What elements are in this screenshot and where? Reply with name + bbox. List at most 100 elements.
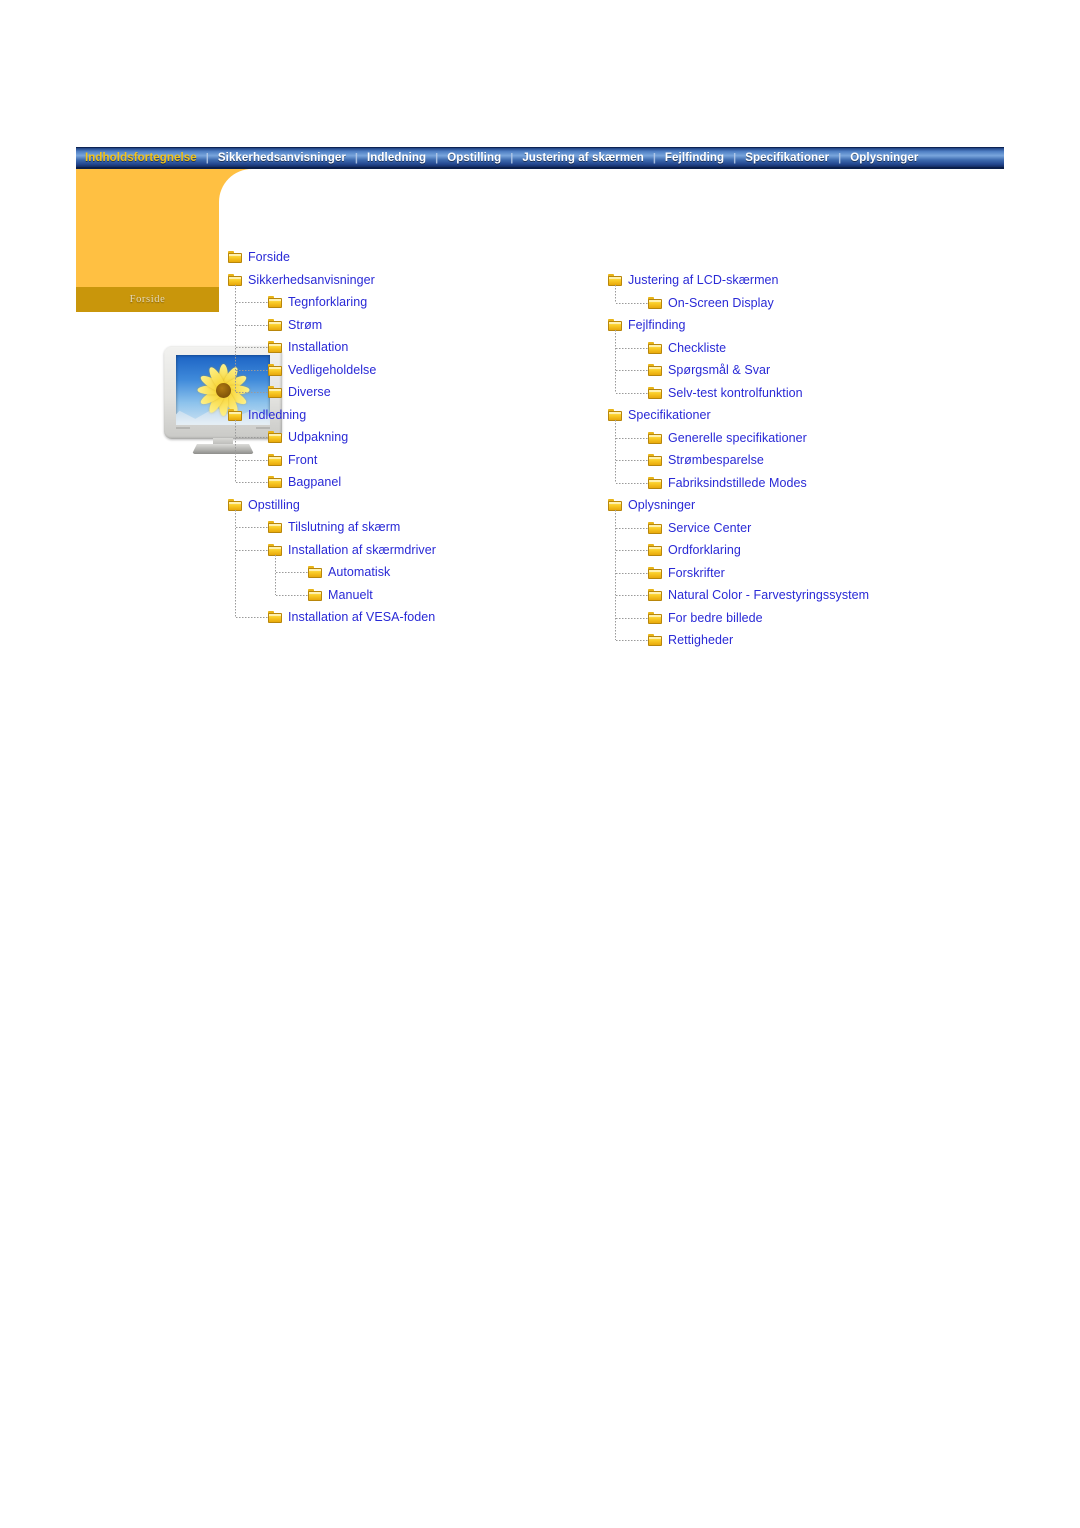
toc-item[interactable]: Strømbesparelse bbox=[608, 449, 1008, 472]
folder-icon bbox=[648, 431, 662, 444]
toc-item-label-generelle-specifikationer[interactable]: Generelle specifikationer bbox=[668, 427, 807, 450]
nav-item-justering-af-sk-rmen[interactable]: Justering af skærmen bbox=[513, 147, 653, 169]
toc-item[interactable]: Rettigheder bbox=[608, 629, 1008, 652]
folder-icon bbox=[648, 589, 662, 602]
folder-icon bbox=[648, 386, 662, 399]
toc-item-label-strombesparelse[interactable]: Strømbesparelse bbox=[668, 449, 764, 472]
toc-item-label-installation[interactable]: Installation bbox=[288, 336, 348, 359]
nav-item-indholdsfortegnelse[interactable]: Indholdsfortegnelse bbox=[76, 147, 206, 169]
folder-icon bbox=[648, 634, 662, 647]
toc-item[interactable]: Fejlfinding bbox=[608, 314, 1008, 337]
folder-icon bbox=[648, 476, 662, 489]
toc-column-left: Forside Sikkerhedsanvisninger Tegnforklari… bbox=[228, 246, 568, 629]
toc-item-label-fejlfinding[interactable]: Fejlfinding bbox=[628, 314, 686, 337]
nav-separator: | bbox=[354, 151, 358, 164]
folder-icon bbox=[268, 386, 282, 399]
toc-item[interactable]: Oplysninger bbox=[608, 494, 1008, 517]
toc-item-label-bagpanel[interactable]: Bagpanel bbox=[288, 471, 341, 494]
toc-item[interactable]: Checkliste bbox=[608, 337, 1008, 360]
nav-separator: | bbox=[435, 151, 439, 164]
toc-item[interactable]: Vedligeholdelse bbox=[228, 359, 568, 382]
toc-item-label-installation-af-vesa-foden[interactable]: Installation af VESA-foden bbox=[288, 606, 435, 629]
toc-item[interactable]: Indledning bbox=[228, 404, 568, 427]
toc-item[interactable]: Fabriksindstillede Modes bbox=[608, 472, 1008, 495]
toc-item-label-tilslutning-af-skaerm[interactable]: Tilslutning af skærm bbox=[288, 516, 400, 539]
toc-item[interactable]: Spørgsmål & Svar bbox=[608, 359, 1008, 382]
toc-item[interactable]: Strøm bbox=[228, 314, 568, 337]
toc-item-label-sikkerhedsanvisninger[interactable]: Sikkerhedsanvisninger bbox=[248, 269, 375, 292]
toc-item-label-service-center[interactable]: Service Center bbox=[668, 517, 751, 540]
toc-item-label-indledning[interactable]: Indledning bbox=[248, 404, 306, 427]
toc-item[interactable]: Opstilling bbox=[228, 494, 568, 517]
nav-item-sikkerhedsanvisninger[interactable]: Sikkerhedsanvisninger bbox=[209, 147, 355, 169]
folder-icon bbox=[648, 364, 662, 377]
toc-item-label-forskrifter[interactable]: Forskrifter bbox=[668, 562, 725, 585]
folder-icon bbox=[608, 319, 622, 332]
toc-item-label-justering-af-lcd-skaermen[interactable]: Justering af LCD-skærmen bbox=[628, 269, 779, 292]
toc-item[interactable]: Installation af VESA-foden bbox=[228, 606, 568, 629]
toc-item-label-natural-color-farvestyringssystem[interactable]: Natural Color - Farvestyringssystem bbox=[668, 584, 869, 607]
nav-item-indledning[interactable]: Indledning bbox=[358, 147, 435, 169]
toc-item-label-selv-test-kontrolfunktion[interactable]: Selv-test kontrolfunktion bbox=[668, 382, 803, 405]
toc-item-label-sporgsmal-svar[interactable]: Spørgsmål & Svar bbox=[668, 359, 770, 382]
toc-item-label-front[interactable]: Front bbox=[288, 449, 317, 472]
toc-item-label-diverse[interactable]: Diverse bbox=[288, 381, 331, 404]
toc-item[interactable]: Front bbox=[228, 449, 568, 472]
toc-item[interactable]: Diverse bbox=[228, 381, 568, 404]
toc-item-label-oplysninger[interactable]: Oplysninger bbox=[628, 494, 695, 517]
nav-separator: | bbox=[510, 151, 514, 164]
toc-item[interactable]: Generelle specifikationer bbox=[608, 427, 1008, 450]
nav-item-opstilling[interactable]: Opstilling bbox=[438, 147, 510, 169]
toc-item[interactable]: Installation bbox=[228, 336, 568, 359]
toc-item-label-rettigheder[interactable]: Rettigheder bbox=[668, 629, 733, 652]
nav-item-specifikationer[interactable]: Specifikationer bbox=[736, 147, 838, 169]
folder-icon bbox=[228, 498, 242, 511]
nav-item-fejlfinding[interactable]: Fejlfinding bbox=[656, 147, 733, 169]
folder-icon bbox=[268, 521, 282, 534]
toc-item[interactable]: Justering af LCD-skærmen bbox=[608, 269, 1008, 292]
toc-item[interactable]: Natural Color - Farvestyringssystem bbox=[608, 584, 1008, 607]
toc-item[interactable]: Specifikationer bbox=[608, 404, 1008, 427]
toc-item-label-checkliste[interactable]: Checkliste bbox=[668, 337, 726, 360]
toc-item-label-tegnforklaring[interactable]: Tegnforklaring bbox=[288, 291, 367, 314]
toc-item[interactable]: Sikkerhedsanvisninger bbox=[228, 269, 568, 292]
cover-label: Forside bbox=[129, 294, 166, 305]
nav-separator: | bbox=[838, 151, 842, 164]
toc-item[interactable]: On-Screen Display bbox=[608, 292, 1008, 315]
folder-icon bbox=[608, 274, 622, 287]
folder-icon bbox=[228, 251, 242, 264]
folder-icon bbox=[308, 588, 322, 601]
toc-item[interactable]: Ordforklaring bbox=[608, 539, 1008, 562]
toc-item[interactable]: Manuelt bbox=[228, 584, 568, 607]
toc-item[interactable]: Automatisk bbox=[228, 561, 568, 584]
toc-item[interactable]: For bedre billede bbox=[608, 607, 1008, 630]
toc-item[interactable]: Selv-test kontrolfunktion bbox=[608, 382, 1008, 405]
toc-item[interactable]: Tilslutning af skærm bbox=[228, 516, 568, 539]
toc-item-label-for-bedre-billede[interactable]: For bedre billede bbox=[668, 607, 763, 630]
toc-item-label-fabriksindstillede-modes[interactable]: Fabriksindstillede Modes bbox=[668, 472, 807, 495]
toc-item[interactable]: Bagpanel bbox=[228, 471, 568, 494]
toc-item-label-manuelt[interactable]: Manuelt bbox=[328, 584, 373, 607]
nav-item-oplysninger[interactable]: Oplysninger bbox=[841, 147, 927, 169]
toc-item[interactable]: Installation af skærmdriver bbox=[228, 539, 568, 562]
toc-item-label-forside[interactable]: Forside bbox=[248, 246, 290, 269]
toc-item-label-strom[interactable]: Strøm bbox=[288, 314, 322, 337]
folder-icon bbox=[268, 476, 282, 489]
toc-item[interactable]: Udpakning bbox=[228, 426, 568, 449]
top-navigation-bar: Indholdsfortegnelse | Sikkerhedsanvisninge… bbox=[76, 147, 1004, 169]
toc-item[interactable]: Forside bbox=[228, 246, 568, 269]
toc-item-label-installation-af-skaermdriver[interactable]: Installation af skærmdriver bbox=[288, 539, 436, 562]
toc-item[interactable]: Tegnforklaring bbox=[228, 291, 568, 314]
toc-item[interactable]: Service Center bbox=[608, 517, 1008, 540]
toc-column-right: Justering af LCD-skærmen On-Screen Displa… bbox=[608, 269, 1008, 652]
toc-item-label-on-screen-display[interactable]: On-Screen Display bbox=[668, 292, 774, 315]
toc-item-label-udpakning[interactable]: Udpakning bbox=[288, 426, 348, 449]
toc-item-label-automatisk[interactable]: Automatisk bbox=[328, 561, 390, 584]
folder-icon bbox=[268, 363, 282, 376]
toc-item[interactable]: Forskrifter bbox=[608, 562, 1008, 585]
toc-item-label-opstilling[interactable]: Opstilling bbox=[248, 494, 300, 517]
toc-item-label-specifikationer[interactable]: Specifikationer bbox=[628, 404, 711, 427]
toc-item-label-vedligeholdelse[interactable]: Vedligeholdelse bbox=[288, 359, 376, 382]
folder-icon bbox=[608, 499, 622, 512]
toc-item-label-ordforklaring[interactable]: Ordforklaring bbox=[668, 539, 741, 562]
